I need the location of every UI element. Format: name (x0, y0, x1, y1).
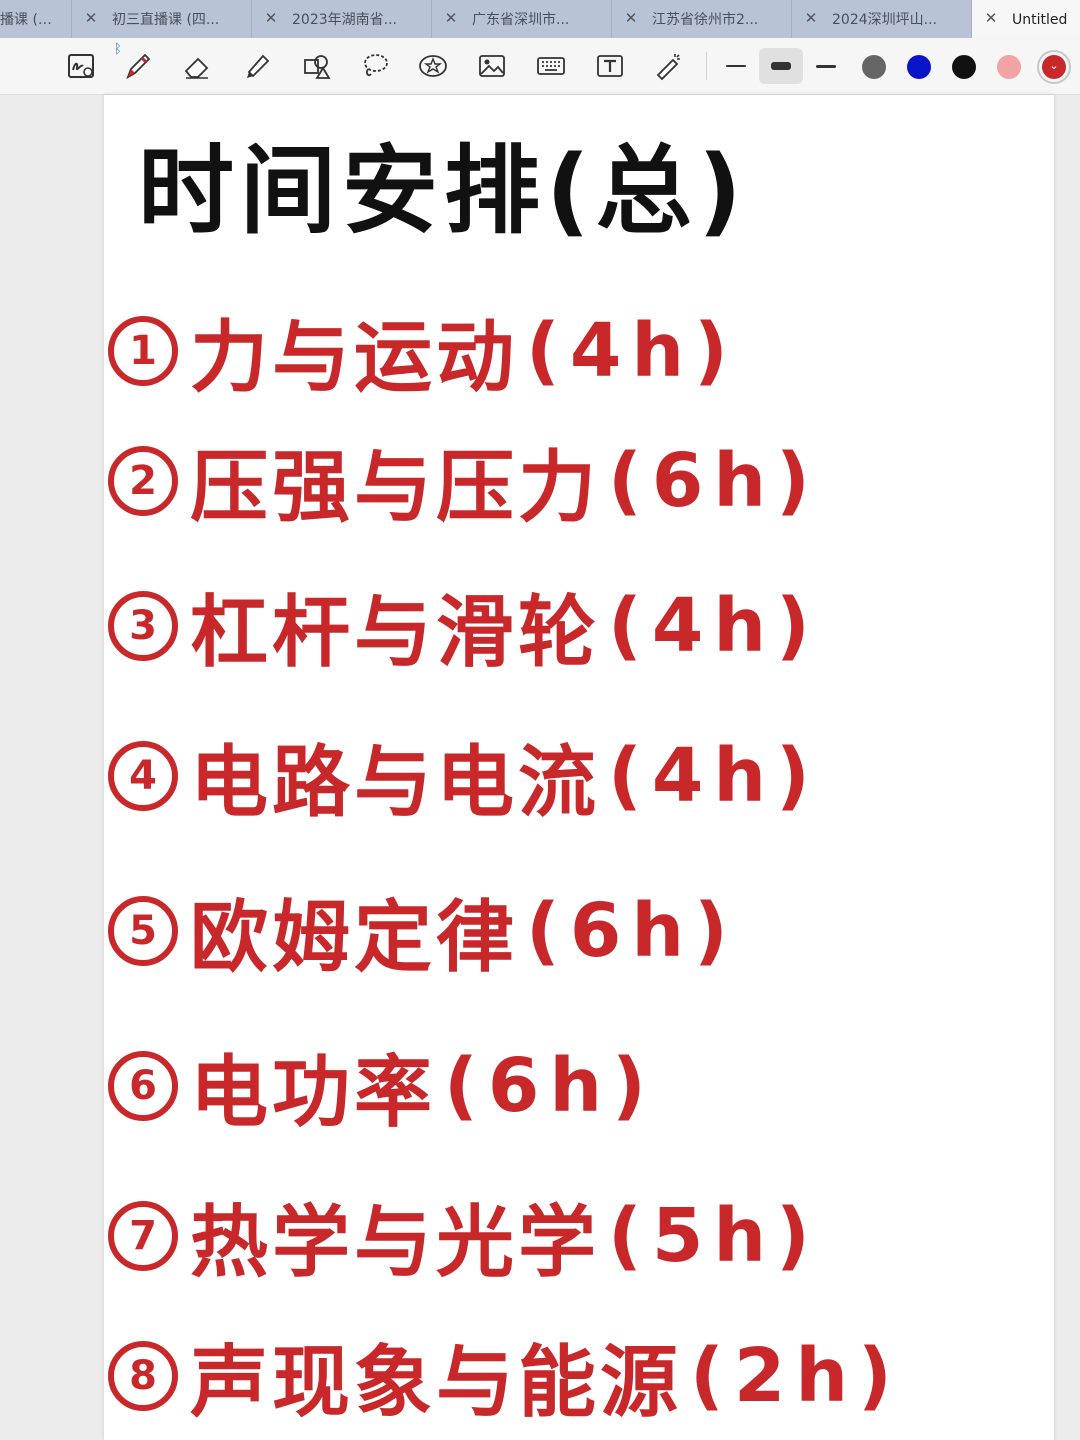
lasso-icon (364, 54, 388, 77)
tab-xuzhou[interactable]: ✕ 江苏省徐州市2... (612, 0, 792, 38)
tab-label: 播课 (三... (0, 12, 63, 28)
item-number: 8 (108, 1341, 178, 1411)
item-hours: (4h) (608, 733, 820, 819)
tab-hunan-2023[interactable]: ✕ 2023年湖南省... (252, 0, 432, 38)
item-topic: 热学与光学 (190, 1198, 601, 1288)
laser-pointer-tool-button[interactable] (649, 46, 689, 86)
list-item: 6 电功率 (6h) (108, 1030, 656, 1142)
tab-label: 广东省深圳市... (472, 12, 570, 28)
drawing-toolbar: ᛒ ⌄ (0, 38, 1080, 95)
item-topic: 压强与压力 (190, 443, 601, 533)
keyboard-tool-button[interactable] (531, 46, 571, 86)
tab-bar: 播课 (三... ✕ 初三直播课 (四... ✕ 2023年湖南省... ✕ 广… (0, 0, 1080, 38)
close-icon[interactable]: ✕ (82, 9, 100, 27)
close-icon[interactable]: ✕ (622, 9, 640, 27)
tab-label: 2024深圳坪山... (832, 12, 937, 28)
toolbar-divider (706, 52, 707, 80)
item-topic: 电功率 (190, 1048, 437, 1138)
text-box-icon (597, 55, 623, 77)
item-hours: (2h) (690, 1333, 902, 1419)
note-page[interactable]: 时间安排(总) 1 力与运动 (4h) 2 压强与压力 (6h) 3 杠杆与滑轮… (104, 95, 1054, 1440)
item-number: 7 (108, 1201, 178, 1271)
zoom-pen-button[interactable] (61, 46, 101, 86)
stroke-thin-icon (726, 65, 746, 67)
zoom-in-pen-icon (68, 54, 94, 78)
tab-label: 2023年湖南省... (292, 12, 397, 28)
close-icon[interactable]: ✕ (802, 9, 820, 27)
close-icon[interactable]: ✕ (262, 9, 280, 27)
list-item: 1 力与运动 (4h) (108, 295, 738, 407)
close-icon[interactable]: ✕ (982, 9, 1000, 27)
color-swatch-gray[interactable] (862, 55, 886, 79)
item-topic: 声现象与能源 (190, 1338, 683, 1428)
tab-lesson-4[interactable]: ✕ 初三直播课 (四... (72, 0, 252, 38)
stroke-thick-button[interactable] (804, 56, 848, 76)
shapes-icon (304, 55, 331, 79)
stroke-medium-button[interactable] (759, 48, 803, 84)
list-item: 3 杠杆与滑轮 (4h) (108, 570, 820, 682)
tab-untitled[interactable]: ✕ Untitled (972, 0, 1080, 38)
shapes-tool-button[interactable] (296, 46, 336, 86)
keyboard-icon (537, 57, 565, 75)
image-icon (479, 55, 505, 77)
list-item: 7 热学与光学 (5h) (108, 1180, 820, 1292)
sticker-icon (419, 55, 447, 77)
laser-pointer-icon (656, 54, 680, 81)
tab-label: Untitled (1012, 12, 1068, 28)
item-number: 6 (108, 1051, 178, 1121)
item-topic: 欧姆定律 (190, 893, 519, 983)
tab-shenzhen[interactable]: ✕ 广东省深圳市... (432, 0, 612, 38)
item-topic: 杠杆与滑轮 (190, 588, 601, 678)
color-swatch-pink[interactable] (997, 55, 1021, 79)
tab-label: 初三直播课 (四... (112, 12, 220, 28)
pen-icon (126, 53, 151, 80)
item-number: 1 (108, 316, 178, 386)
item-number: 5 (108, 896, 178, 966)
color-swatch-blue[interactable] (907, 55, 931, 79)
list-item: 5 欧姆定律 (6h) (108, 875, 738, 987)
item-hours: (6h) (444, 1043, 656, 1129)
tab-label: 江苏省徐州市2... (652, 12, 759, 28)
eraser-icon (184, 57, 209, 79)
note-title: 时间安排(总) (138, 135, 748, 247)
highlighter-icon (247, 54, 270, 78)
stroke-medium-icon (771, 62, 791, 70)
item-topic: 电路与电流 (190, 738, 601, 828)
tab-pingshan-2024[interactable]: ✕ 2024深圳坪山... (792, 0, 972, 38)
item-topic: 力与运动 (190, 313, 519, 403)
item-number: 4 (108, 741, 178, 811)
close-icon[interactable]: ✕ (442, 9, 460, 27)
item-hours: (5h) (608, 1193, 820, 1279)
chevron-down-icon: ⌄ (1049, 59, 1059, 72)
color-swatch-black[interactable] (952, 55, 976, 79)
item-hours: (6h) (608, 438, 820, 524)
item-hours: (4h) (608, 583, 820, 669)
lasso-tool-button[interactable] (355, 46, 395, 86)
stroke-thin-button[interactable] (714, 56, 758, 76)
list-item: 8 声现象与能源 (2h) (108, 1320, 902, 1432)
list-item: 2 压强与压力 (6h) (108, 425, 820, 537)
stroke-thick-icon (816, 64, 836, 68)
item-hours: (6h) (526, 888, 738, 974)
item-hours: (4h) (526, 308, 738, 394)
highlighter-tool-button[interactable] (237, 46, 277, 86)
sticker-tool-button[interactable] (413, 46, 453, 86)
item-number: 3 (108, 591, 178, 661)
text-box-tool-button[interactable] (590, 46, 630, 86)
list-item: 4 电路与电流 (4h) (108, 720, 820, 832)
pen-tool-button[interactable] (118, 46, 158, 86)
image-tool-button[interactable] (472, 46, 512, 86)
tab-lesson-3[interactable]: 播课 (三... (0, 0, 72, 38)
eraser-tool-button[interactable] (177, 46, 217, 86)
item-number: 2 (108, 446, 178, 516)
color-swatch-red[interactable]: ⌄ (1042, 55, 1066, 79)
